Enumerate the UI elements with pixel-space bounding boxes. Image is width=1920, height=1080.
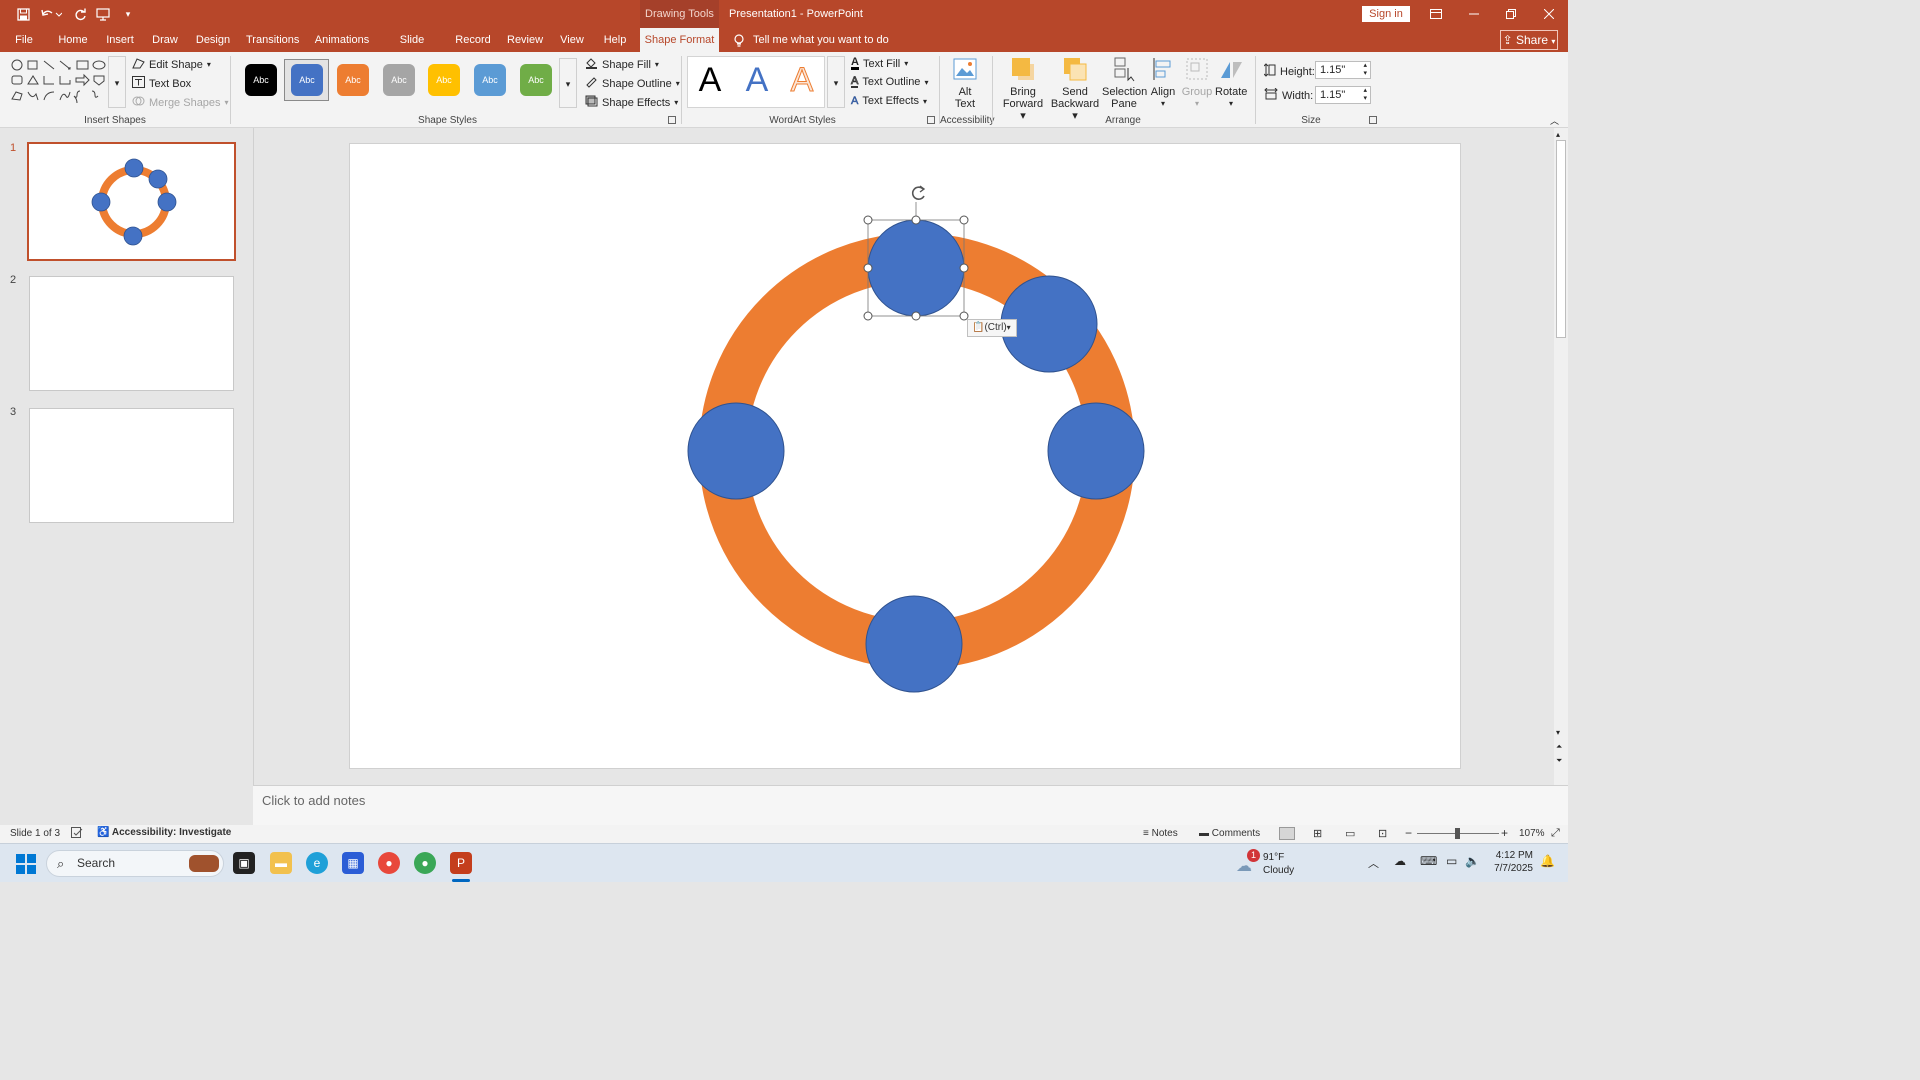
spelling-check-icon[interactable] (71, 827, 83, 841)
zoom-in-icon[interactable]: + (1501, 826, 1508, 840)
resize-handle[interactable] (863, 311, 873, 321)
windows-taskbar: ⌕ Search ▣ ▬ e ▦ ● ● P ☁ 1 91°F Cloudy ︿… (0, 843, 1568, 882)
paste-options-button[interactable]: 📋(Ctrl)▾ (967, 319, 1017, 337)
vertical-scrollbar[interactable]: ▴ ▾ ⏶ ⏷ (1554, 128, 1568, 785)
resize-handle[interactable] (863, 263, 873, 273)
powerpoint-icon[interactable]: P (450, 852, 472, 874)
keyboard-icon[interactable]: ⌨ (1420, 854, 1437, 868)
notes-icon: ≡ (1143, 828, 1149, 839)
accessibility-icon: ♿ (97, 827, 110, 838)
clipboard-icon: 📋 (972, 322, 985, 333)
notes-toggle-label: Notes (1151, 828, 1178, 839)
taskbar-search-input[interactable]: ⌕ Search (46, 850, 224, 877)
notes-placeholder: Click to add notes (262, 793, 366, 808)
paste-options-label: (Ctrl) (984, 322, 1007, 333)
status-bar: Slide 1 of 3 ♿ Accessibility: Investigat… (0, 825, 1568, 843)
scroll-down-icon[interactable]: ▾ (1556, 728, 1560, 737)
comments-toggle-label: Comments (1211, 828, 1261, 839)
zoom-slider-thumb[interactable] (1455, 828, 1460, 839)
clock-date: 7/7/2025 (1494, 863, 1533, 874)
resize-handle[interactable] (959, 263, 969, 273)
weather-desc: Cloudy (1263, 865, 1295, 876)
weather-alert-badge: 1 (1247, 849, 1260, 862)
previous-slide-icon[interactable]: ⏶ (1556, 742, 1562, 752)
chevron-down-icon: ▾ (1006, 323, 1011, 332)
zoom-level[interactable]: 107% (1519, 828, 1545, 839)
file-explorer-icon[interactable]: ▬ (270, 852, 292, 874)
slide-shapes (687, 185, 1145, 693)
network-icon[interactable]: ▭ (1446, 854, 1457, 868)
reading-view-icon[interactable]: ▭ (1345, 827, 1355, 840)
active-app-indicator (452, 879, 470, 882)
slide-sorter-icon[interactable]: ⊞ (1313, 827, 1322, 840)
notification-bell-icon[interactable]: 🔔 (1540, 854, 1555, 868)
search-highlight-icon (189, 855, 219, 872)
blue-circle-shape[interactable] (687, 402, 785, 500)
clock-time: 4:12 PM (1495, 850, 1533, 861)
blue-circle-shape[interactable] (1047, 402, 1145, 500)
scroll-thumb[interactable] (1556, 140, 1566, 338)
chrome-icon[interactable]: ● (378, 852, 400, 874)
selected-blue-circle-shape[interactable] (867, 219, 965, 317)
comment-icon: ▬ (1199, 828, 1209, 839)
scroll-up-icon[interactable]: ▴ (1556, 130, 1560, 139)
accessibility-status-label: Accessibility: Investigate (111, 827, 232, 838)
task-view-icon[interactable]: ▣ (233, 852, 255, 874)
next-slide-icon[interactable]: ⏷ (1556, 756, 1562, 766)
comments-toggle[interactable]: ▬ Comments (1199, 828, 1260, 839)
search-icon: ⌕ (57, 856, 65, 871)
blue-circle-shape[interactable] (865, 595, 963, 693)
volume-icon[interactable]: 🔈 (1465, 854, 1480, 868)
resize-handle[interactable] (911, 215, 921, 225)
notes-toggle[interactable]: ≡ Notes (1143, 828, 1178, 839)
normal-view-icon[interactable] (1279, 827, 1295, 840)
store-icon[interactable]: ▦ (342, 852, 364, 874)
edge-icon[interactable]: e (306, 852, 328, 874)
fit-to-window-icon[interactable]: ⤢ (1551, 827, 1560, 840)
accessibility-status[interactable]: ♿ Accessibility: Investigate (97, 827, 231, 838)
zoom-out-icon[interactable]: − (1405, 826, 1412, 840)
clock[interactable]: 4:12 PM 7/7/2025 (1489, 850, 1533, 874)
resize-handle[interactable] (863, 215, 873, 225)
onedrive-icon[interactable]: ☁ (1394, 854, 1406, 868)
rotate-handle-icon[interactable] (911, 185, 926, 200)
weather-temp: 91°F (1263, 852, 1285, 863)
chrome-profile-icon[interactable]: ● (414, 852, 436, 874)
notes-pane[interactable]: Click to add notes (253, 785, 1568, 825)
slideshow-view-icon[interactable]: ⊡ (1378, 827, 1387, 840)
slide-counter: Slide 1 of 3 (10, 828, 61, 839)
resize-handle[interactable] (959, 215, 969, 225)
windows-start-icon[interactable] (16, 854, 36, 877)
taskbar-search-label: Search (77, 856, 116, 870)
show-hidden-icons-icon[interactable]: ︿ (1368, 855, 1379, 871)
resize-handle[interactable] (911, 311, 921, 321)
